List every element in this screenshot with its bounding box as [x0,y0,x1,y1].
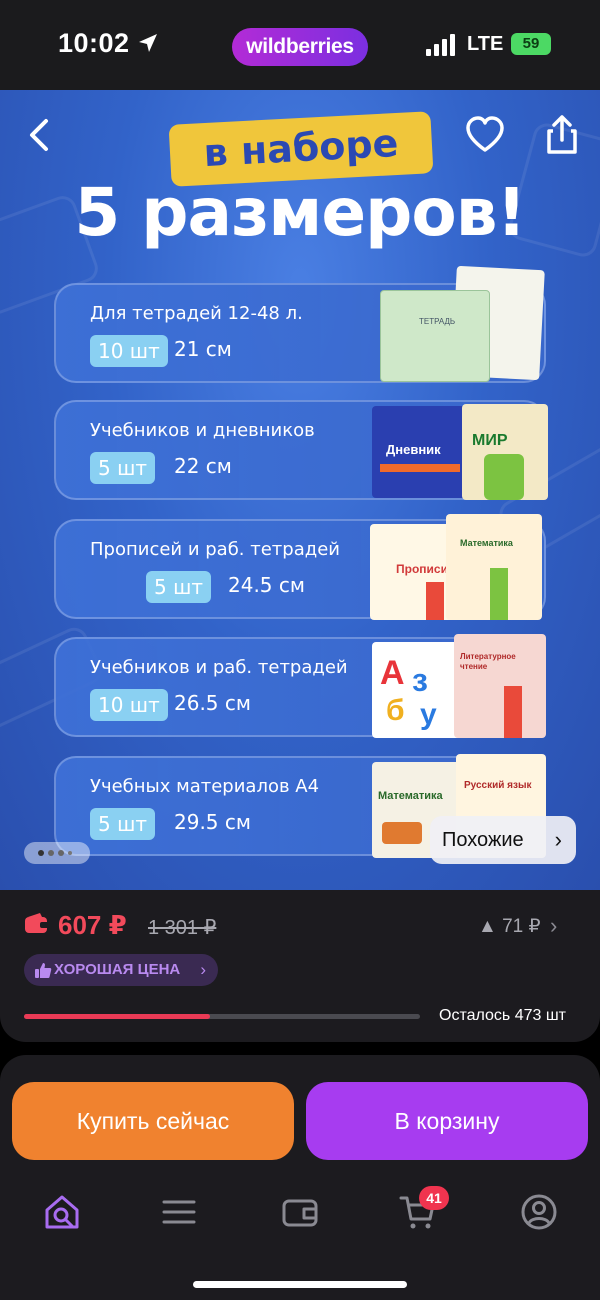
home-search-icon[interactable] [42,1192,82,1232]
diary-image: Дневник [372,406,468,498]
math-workbook-image: Математика [446,514,542,620]
size-card-qty: 10 шт [90,335,168,367]
network-type: LTE [467,33,504,55]
add-to-cart-button[interactable]: В корзину [306,1082,588,1160]
signal-icon [426,34,455,56]
status-time: 10:02 [58,28,130,58]
promo-headline: 5 размеров! [74,174,526,251]
good-price-badge[interactable]: ХОРОШАЯ ЦЕНА › [24,954,218,986]
stock-remaining: Осталось 473 шт [439,1007,566,1024]
stock-progress-fill [24,1014,211,1019]
old-price: 1 301 ₽ [148,917,217,939]
chevron-right-icon: › [200,960,206,979]
app-pill[interactable]: wildberries [232,28,368,66]
size-card-title: Учебников и раб. тетрадей [90,657,348,678]
product-image-carousel[interactable]: в наборе 5 размеров! Для тетрадей 12-48 … [0,90,600,890]
action-panel: Купить сейчас В корзину [0,1055,600,1300]
wallet-icon[interactable] [280,1192,320,1232]
good-price-label: ХОРОШАЯ ЦЕНА [54,961,181,978]
chevron-right-icon[interactable]: › [550,913,557,939]
size-card-size: 29.5 см [174,810,251,834]
size-card-qty: 5 шт [146,571,212,603]
literary-reading-image: Литературное чтение [454,634,546,738]
stock-progress-bar [24,1014,420,1019]
size-card-size: 21 см [174,337,232,361]
back-chevron-icon[interactable] [18,113,62,157]
location-arrow-icon [139,34,157,52]
chevron-right-icon: › [554,827,562,852]
size-card-size: 26.5 см [174,691,251,715]
heart-icon[interactable] [463,113,507,157]
thumbs-up-icon [35,963,52,978]
math-book-label: Математика [378,790,443,802]
notebook-image: ТЕТРАДЬ [380,290,490,382]
battery-indicator: 59 [511,33,551,55]
size-card-qty: 5 шт [90,452,156,484]
size-card-qty: 5 шт [90,808,156,840]
carousel-dot [48,850,54,856]
price-panel: 607 ₽ 1 301 ₽ ▲ 71 ₽ › ХОРОШАЯ ЦЕНА › Ос… [0,890,600,1042]
wallet-price-icon [25,913,49,933]
status-bar: 10:02 wildberries LTE 59 [0,0,600,90]
diary-label: Дневник [386,442,441,457]
russian-language-label: Русский язык [464,780,532,791]
current-price: 607 ₽ [58,910,127,940]
carousel-dot-active [38,850,44,856]
buy-now-button[interactable]: Купить сейчас [12,1082,294,1160]
size-card-qty: 10 шт [90,689,168,721]
carousel-dot [68,851,72,855]
carousel-indicator [24,842,90,864]
share-icon[interactable] [540,113,584,157]
size-card-title: Прописей и раб. тетрадей [90,539,340,560]
menu-icon[interactable] [159,1192,199,1232]
profile-icon[interactable] [519,1192,559,1232]
math-label: Математика [460,538,513,548]
textbook-label: МИР [472,432,508,449]
size-card-size: 22 см [174,454,232,478]
similar-button-label: Похожие [442,829,524,851]
price-change[interactable]: ▲ 71 ₽ [478,915,541,938]
similar-products-button[interactable]: Похожие › [430,816,576,864]
home-indicator[interactable] [193,1281,407,1288]
size-card-size: 24.5 см [228,573,305,597]
size-card-title: Для тетрадей 12-48 л. [90,303,303,324]
notebook-label: ТЕТРАДЬ [419,317,456,326]
size-card-title: Учебных материалов А4 [90,776,320,797]
carousel-dot [58,850,64,856]
propisi-label: Прописи [396,562,448,576]
cart-badge: 41 [419,1186,449,1210]
textbook-image: МИР [462,404,548,500]
size-card-title: Учебников и дневников [90,420,315,441]
literary-reading-label: Литературное чтение [460,652,516,671]
